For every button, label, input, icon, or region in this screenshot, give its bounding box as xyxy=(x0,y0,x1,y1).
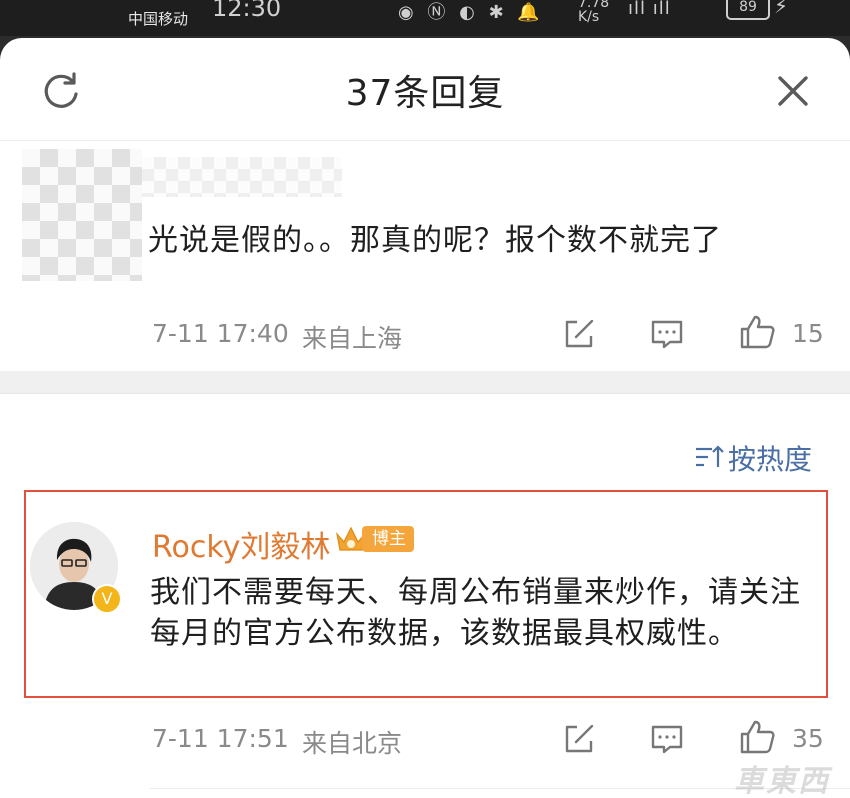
sort-label: 按热度 xyxy=(728,443,813,476)
reply-location: 来自北京 xyxy=(302,729,403,758)
section-divider xyxy=(0,371,850,394)
sheet-header: 37条回复 xyxy=(0,38,850,141)
watermark: 車東西 xyxy=(734,764,830,798)
original-comment-text: 光说是假的。。那真的呢？报个数不就完了 xyxy=(148,223,722,258)
reply-text: 我们不需要每天、每周公布销量来炒作，请关注每月的官方公布数据，该数据最具权威性。 xyxy=(150,575,801,651)
sheet-title: 37条回复 xyxy=(345,73,505,114)
signal-icon: ıll ıll xyxy=(628,0,671,19)
reply-username[interactable]: Rocky刘毅林 xyxy=(152,522,330,566)
original-comment: 光说是假的。。那真的呢？报个数不就完了 7-11 17:40 来自上海 15 xyxy=(0,141,850,371)
clock: 12:30 xyxy=(212,0,282,22)
like-count: 15 xyxy=(792,319,824,348)
network-speed: 7.78 K/s xyxy=(578,0,609,24)
comment-date: 7-11 17:40 xyxy=(152,319,289,348)
reply-date: 7-11 17:51 xyxy=(152,724,289,753)
charging-icon: ⚡ xyxy=(774,0,789,18)
pixelated-avatar xyxy=(22,149,142,281)
status-icons: ◉ Ⓝ ◐ ✱ 🔔 xyxy=(398,2,544,23)
reply-like-count: 35 xyxy=(792,724,824,753)
reply-comment-icon[interactable] xyxy=(650,722,684,756)
reply-share-icon[interactable] xyxy=(562,722,596,756)
sort-icon xyxy=(696,445,724,467)
like-icon[interactable] xyxy=(738,313,776,351)
blogger-badge: 博主 xyxy=(362,526,414,552)
verified-badge: V xyxy=(92,584,122,614)
carrier-label: 中国移动 xyxy=(128,10,189,28)
network-speed-unit: K/s xyxy=(578,9,600,25)
close-icon[interactable] xyxy=(772,70,814,112)
reply-like-icon[interactable] xyxy=(738,718,776,756)
replies-sheet: 37条回复 光说是假的。。那真的呢？报个数不就完了 7-11 17:40 来自上… xyxy=(0,38,850,798)
comment-icon[interactable] xyxy=(650,317,684,351)
battery-indicator: 89 xyxy=(726,0,770,20)
share-icon[interactable] xyxy=(562,317,596,351)
comment-location: 来自上海 xyxy=(302,324,403,353)
status-bar: 中国移动 12:30 ◉ Ⓝ ◐ ✱ 🔔 7.78 K/s ıll ıll 89… xyxy=(0,0,850,36)
pixelated-username xyxy=(142,157,342,197)
